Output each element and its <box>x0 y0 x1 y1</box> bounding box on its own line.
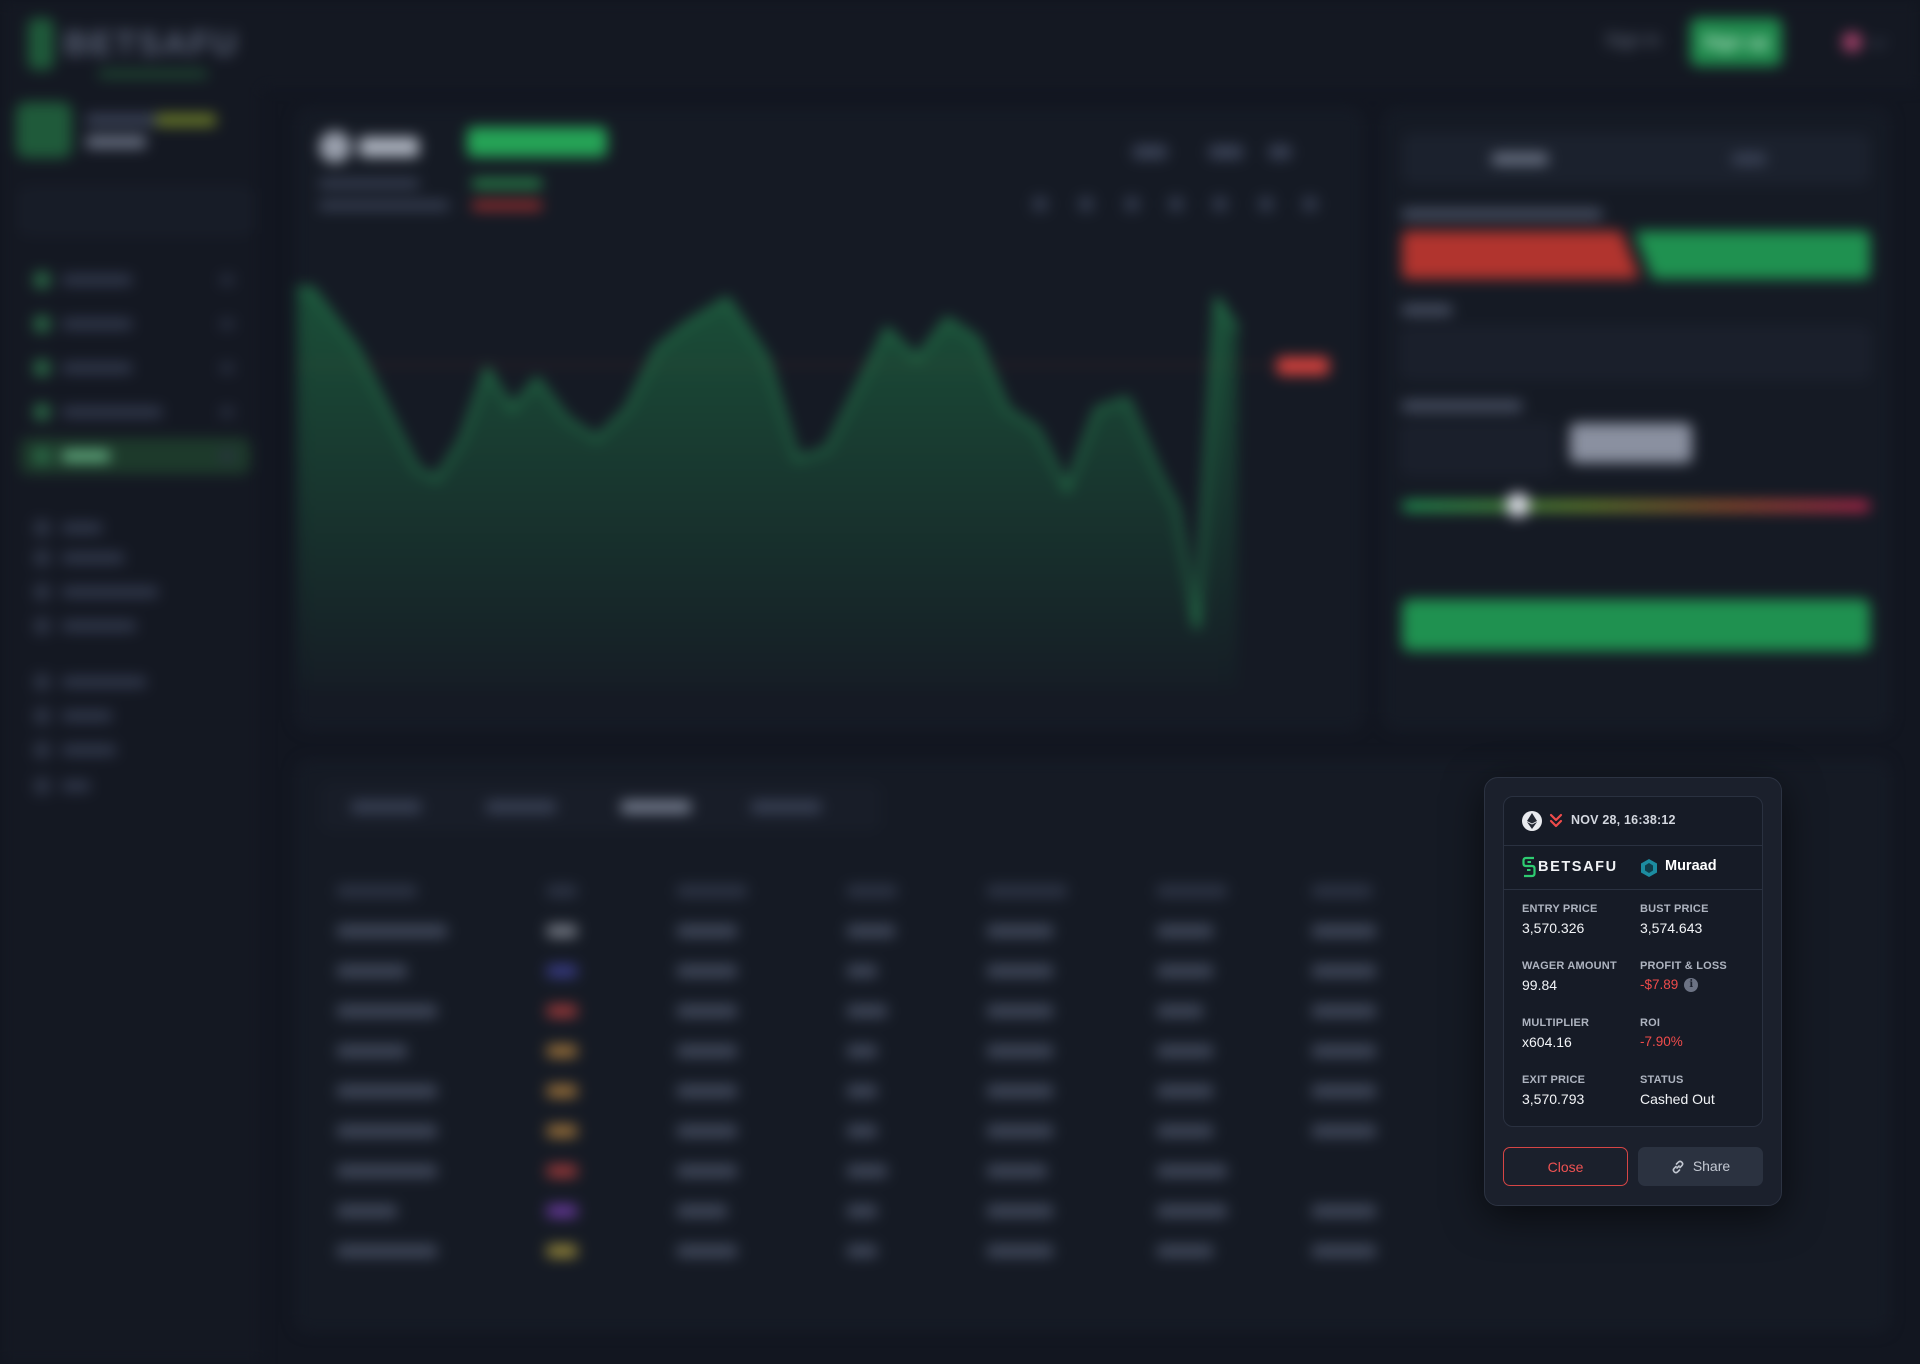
trade-panel <box>1383 108 1890 730</box>
bet-timestamp: NOV 28, 16:38:12 <box>1571 813 1676 827</box>
sidebar-item[interactable] <box>20 732 250 768</box>
user-profile[interactable] <box>16 102 251 162</box>
top-bar: BETSAFU Sign in Sign up <box>0 0 1920 87</box>
wager-amount-stat: WAGER AMOUNT 99.84 <box>1522 960 1617 993</box>
sign-up-button[interactable]: Sign up <box>1690 18 1782 66</box>
down-button[interactable] <box>1402 231 1640 279</box>
sign-in-link[interactable]: Sign in <box>1605 30 1660 51</box>
sidebar <box>0 86 262 1364</box>
username: Muraad <box>1665 858 1717 874</box>
sidebar-item[interactable] <box>20 698 250 734</box>
entry-price-stat: ENTRY PRICE 3,570.326 <box>1522 903 1598 936</box>
bets-tabs[interactable] <box>321 783 881 831</box>
share-button[interactable]: Share <box>1638 1147 1763 1186</box>
chevron-down-icon <box>1869 31 1887 49</box>
sidebar-item[interactable] <box>20 306 250 342</box>
bet-card-header: NOV 28, 16:38:12 <box>1504 797 1762 846</box>
close-button[interactable]: Close <box>1503 1147 1628 1186</box>
bet-summary-card: NOV 28, 16:38:12 BETSAFU Muraad ENTRY PR… <box>1503 796 1763 1127</box>
link-icon <box>1672 1160 1684 1173</box>
betsafu-mark-icon <box>1522 856 1536 878</box>
betsafu-logo: BETSAFU <box>1522 856 1618 878</box>
user-hexagon-icon <box>1641 859 1657 877</box>
bust-price-stat: BUST PRICE 3,574.643 <box>1640 903 1709 936</box>
language-flag-icon[interactable] <box>1842 32 1862 52</box>
profit-loss-value: -$7.89 <box>1640 977 1679 992</box>
sidebar-item[interactable] <box>20 394 250 430</box>
sidebar-search[interactable] <box>20 188 252 234</box>
ethereum-icon <box>1522 811 1542 831</box>
betsafu-wordmark: BETSAFU <box>1538 859 1618 875</box>
bet-details-modal: NOV 28, 16:38:12 BETSAFU Muraad ENTRY PR… <box>1484 777 1782 1206</box>
share-label: Share <box>1692 1158 1731 1174</box>
bust-price-value <box>1570 423 1692 463</box>
sidebar-item[interactable] <box>20 262 250 298</box>
sidebar-item[interactable] <box>20 768 250 804</box>
chart-panel <box>296 108 1363 730</box>
place-bet-button[interactable] <box>1402 599 1870 651</box>
exit-price-stat: EXIT PRICE 3,570.793 <box>1522 1074 1586 1107</box>
sidebar-item[interactable] <box>20 574 250 610</box>
roi-stat: ROI -7.90% <box>1640 1017 1683 1049</box>
multiplier-stat: MULTIPLIER x604.16 <box>1522 1017 1590 1050</box>
wager-input[interactable] <box>1402 327 1870 379</box>
sidebar-item[interactable] <box>20 608 250 644</box>
brand-logo: BETSAFU <box>28 18 239 78</box>
bet-card-brand-row: BETSAFU Muraad <box>1504 845 1762 890</box>
sidebar-item[interactable] <box>20 350 250 386</box>
profit-loss-stat: PROFIT & LOSS -$7.89 i <box>1640 960 1727 992</box>
status-stat: STATUS Cashed Out <box>1640 1074 1715 1107</box>
multiplier-input[interactable] <box>1402 423 1554 475</box>
trade-mode-tabs[interactable] <box>1402 133 1870 185</box>
up-button[interactable] <box>1634 231 1870 279</box>
double-chevron-down-icon <box>1549 813 1563 828</box>
multiplier-slider[interactable] <box>1402 501 1870 511</box>
slider-handle[interactable] <box>1506 493 1530 517</box>
sidebar-item[interactable] <box>20 664 250 700</box>
info-icon[interactable]: i <box>1684 977 1699 992</box>
sidebar-item[interactable] <box>20 540 250 576</box>
price-chart[interactable] <box>297 109 1362 729</box>
sidebar-item-active[interactable] <box>20 438 250 474</box>
